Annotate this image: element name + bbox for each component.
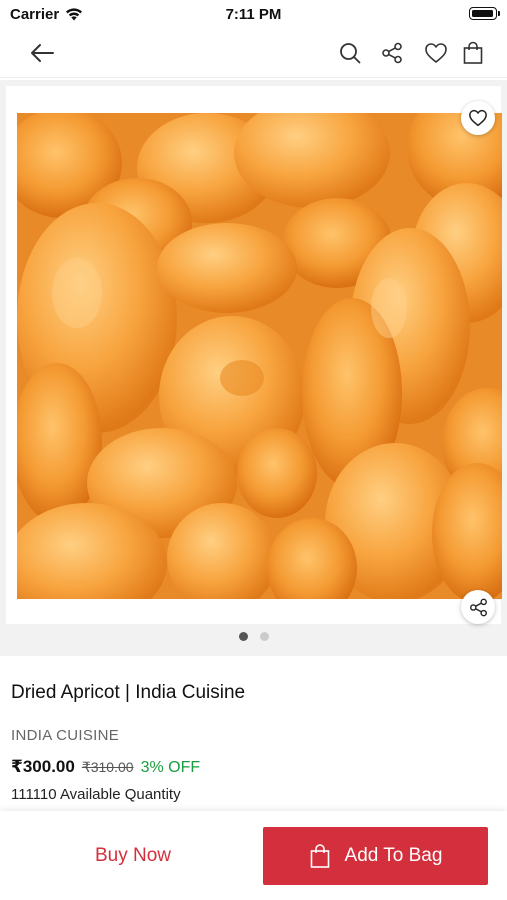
price-row: ₹300.00 ₹310.00 3% OFF [11, 757, 200, 777]
battery-icon [469, 7, 500, 20]
buy-now-label: Buy Now [94, 845, 172, 866]
back-arrow-icon [31, 44, 54, 62]
nav-bar [0, 28, 507, 78]
favorite-overlay-button[interactable] [461, 101, 495, 135]
wishlist-button[interactable] [421, 38, 451, 68]
selling-price: ₹300.00 [11, 757, 75, 776]
image-gallery[interactable] [0, 80, 507, 656]
product-image[interactable] [17, 113, 502, 599]
search-icon [340, 43, 361, 64]
dried-apricots-image [17, 113, 502, 599]
share-overlay-button[interactable] [461, 590, 495, 624]
heart-icon [425, 43, 447, 63]
shopping-bag-icon [463, 41, 483, 64]
status-time: 7:11 PM [225, 6, 282, 23]
heart-icon [469, 109, 487, 127]
buy-now-button[interactable]: Buy Now [20, 827, 246, 885]
page-dot-active[interactable] [238, 632, 248, 641]
add-to-bag-button[interactable]: Add To Bag [263, 827, 488, 885]
add-to-bag-label: Add To Bag [344, 845, 443, 866]
original-price: ₹310.00 [81, 759, 134, 775]
brand-name[interactable]: INDIA CUISINE [11, 727, 119, 744]
search-button[interactable] [335, 38, 365, 68]
product-title: Dried Apricot | India Cuisine [11, 682, 246, 703]
page-dot[interactable] [259, 632, 269, 641]
shopping-bag-icon [310, 844, 329, 868]
share-icon [382, 42, 402, 64]
product-details: Dried Apricot | India Cuisine INDIA CUIS… [0, 656, 507, 811]
discount-badge: 3% OFF [140, 759, 201, 776]
share-icon [469, 598, 487, 616]
page-indicator [0, 632, 507, 641]
share-button[interactable] [377, 38, 407, 68]
image-card [6, 86, 502, 624]
status-bar: Carrier 7:11 PM [0, 0, 507, 28]
bottom-action-bar: Buy Now Add To Bag [0, 811, 507, 900]
back-button[interactable] [27, 38, 57, 68]
available-quantity: 111110 Available Quantity [11, 786, 181, 803]
cart-button[interactable] [458, 38, 488, 68]
